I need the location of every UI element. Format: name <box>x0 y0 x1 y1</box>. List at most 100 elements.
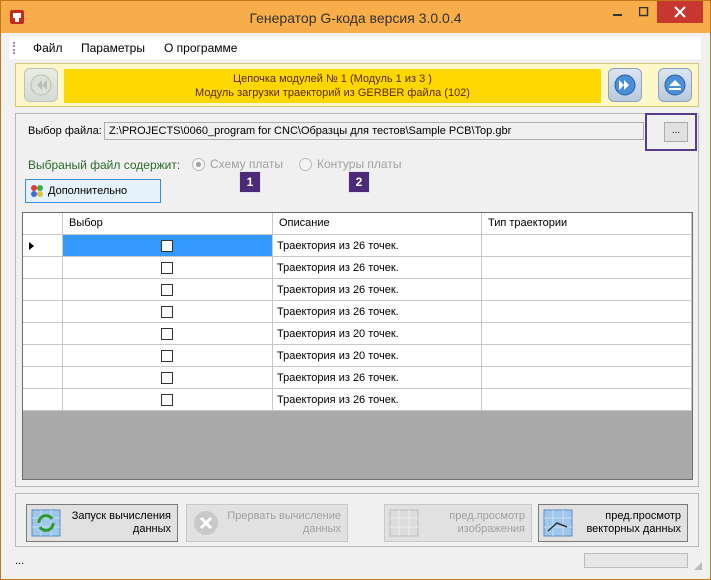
double-left-arrow-icon <box>30 74 52 96</box>
row-header[interactable] <box>23 279 63 301</box>
double-right-arrow-icon <box>614 74 636 96</box>
table-cell-description[interactable]: Траектория из 26 точек. <box>273 367 482 389</box>
status-text: ... <box>15 555 25 567</box>
row-header[interactable] <box>23 389 63 411</box>
table-cell-select <box>63 367 273 389</box>
radio-schema-label: Схему платы <box>210 157 283 171</box>
chain-title: Цепочка модулей № 1 (Модуль 1 из 3 ) <box>233 73 432 85</box>
file-label: Выбор файла: <box>28 125 102 137</box>
table-cell-type[interactable] <box>482 301 692 323</box>
table-cell-description[interactable]: Траектория из 20 точек. <box>273 323 482 345</box>
row-checkbox[interactable] <box>161 328 173 340</box>
row-header[interactable] <box>23 345 63 367</box>
eject-icon <box>664 74 686 96</box>
progress-bar <box>584 553 688 568</box>
row-checkbox[interactable] <box>161 240 173 252</box>
menu-about[interactable]: О программе <box>164 41 237 55</box>
row-header[interactable] <box>23 323 63 345</box>
menu-bar: Файл Параметры О программе <box>9 37 701 59</box>
preview-vector-button[interactable]: пред.просмотр векторных данных <box>538 504 688 542</box>
table-cell-description[interactable]: Траектория из 26 точек. <box>273 257 482 279</box>
row-checkbox[interactable] <box>161 306 173 318</box>
action-panel: Запуск вычисления данных Прервать вычисле… <box>15 493 699 547</box>
status-bar: ... <box>9 551 703 573</box>
table-cell-select <box>63 279 273 301</box>
radio-dot-checked <box>192 157 205 171</box>
module-title: Модуль загрузки траекторий из GERBER фай… <box>195 87 470 99</box>
row-header[interactable] <box>23 257 63 279</box>
table-cell-select <box>63 389 273 411</box>
preview-image-button[interactable]: пред.просмотр изображения <box>384 504 532 542</box>
table-cell-description[interactable]: Траектория из 20 точек. <box>273 345 482 367</box>
row-checkbox[interactable] <box>161 372 173 384</box>
row-checkbox[interactable] <box>161 394 173 406</box>
column-header-select[interactable]: Выбор <box>63 213 273 235</box>
table-cell-description[interactable]: Траектория из 26 точек. <box>273 389 482 411</box>
annotation-badge-2: 2 <box>348 171 370 193</box>
contains-label: Выбраный файл содержит: <box>28 158 181 172</box>
preview-image-label-1: пред.просмотр <box>449 510 525 522</box>
table-cell-description[interactable]: Траектория из 26 точек. <box>273 301 482 323</box>
radio-contours[interactable]: Контуры платы <box>299 157 401 171</box>
table-cell-type[interactable] <box>482 345 692 367</box>
close-button[interactable] <box>657 1 703 23</box>
preview-vector-label-1: пред.просмотр <box>605 510 681 522</box>
window-title: Генератор G-кода версия 3.0.0.4 <box>249 10 462 26</box>
menu-parameters[interactable]: Параметры <box>81 41 145 55</box>
table-cell-select <box>63 301 273 323</box>
row-checkbox[interactable] <box>161 262 173 274</box>
stop-label-2: данных <box>302 523 341 535</box>
table-cell-type[interactable] <box>482 257 692 279</box>
table-cell-description[interactable]: Траектория из 26 точек. <box>273 235 482 257</box>
start-label-2: данных <box>132 523 171 535</box>
browse-highlight-frame <box>645 113 697 151</box>
maximize-button[interactable] <box>631 1 657 23</box>
radio-contours-label: Контуры платы <box>317 157 402 171</box>
row-header-corner <box>23 213 63 235</box>
module-chain-info: Цепочка модулей № 1 (Модуль 1 из 3 ) Мод… <box>64 69 601 103</box>
next-module-button[interactable] <box>608 68 642 102</box>
more-options-button[interactable]: Дополнительно <box>25 179 161 203</box>
row-checkbox[interactable] <box>161 284 173 296</box>
eject-button[interactable] <box>658 68 692 102</box>
maximize-icon <box>639 7 649 17</box>
app-window: Генератор G-кода версия 3.0.0.4 Файл Пар… <box>0 0 711 580</box>
file-path-input[interactable]: Z:\PROJECTS\0060_program for CNC\Образцы… <box>104 122 644 140</box>
image-preview-icon <box>389 509 419 537</box>
row-header[interactable] <box>23 235 63 257</box>
table-cell-description[interactable]: Траектория из 26 точек. <box>273 279 482 301</box>
table-cell-select <box>63 345 273 367</box>
start-calculation-button[interactable]: Запуск вычисления данных <box>26 504 178 542</box>
module-toolbar: Цепочка модулей № 1 (Модуль 1 из 3 ) Мод… <box>15 63 699 107</box>
current-row-arrow-icon <box>29 242 34 250</box>
menu-grip <box>13 42 17 54</box>
resize-grip-icon[interactable] <box>693 561 703 571</box>
table-cell-select <box>63 257 273 279</box>
refresh-grid-icon <box>31 509 61 537</box>
annotation-badge-1: 1 <box>239 171 261 193</box>
row-header[interactable] <box>23 301 63 323</box>
row-checkbox[interactable] <box>161 350 173 362</box>
title-bar[interactable]: Генератор G-кода версия 3.0.0.4 <box>1 1 710 33</box>
cancel-icon <box>194 511 218 535</box>
preview-vector-label-2: векторных данных <box>586 523 681 535</box>
column-header-description[interactable]: Описание <box>273 213 482 235</box>
stop-calculation-button[interactable]: Прервать вычисление данных <box>186 504 348 542</box>
table-cell-select <box>63 235 273 257</box>
table-cell-type[interactable] <box>482 323 692 345</box>
preview-image-label-2: изображения <box>457 523 525 535</box>
table-cell-type[interactable] <box>482 235 692 257</box>
colored-dots-icon <box>31 185 43 197</box>
table-cell-select <box>63 323 273 345</box>
table-cell-type[interactable] <box>482 389 692 411</box>
minimize-button[interactable] <box>605 1 631 23</box>
radio-schema[interactable]: Схему платы <box>192 157 283 171</box>
prev-module-button[interactable] <box>24 68 58 102</box>
table-cell-type[interactable] <box>482 279 692 301</box>
column-header-type[interactable]: Тип траектории <box>482 213 692 235</box>
stop-label-1: Прервать вычисление <box>227 510 341 522</box>
row-header[interactable] <box>23 367 63 389</box>
more-options-label: Дополнительно <box>48 185 128 197</box>
table-cell-type[interactable] <box>482 367 692 389</box>
menu-file[interactable]: Файл <box>33 41 63 55</box>
